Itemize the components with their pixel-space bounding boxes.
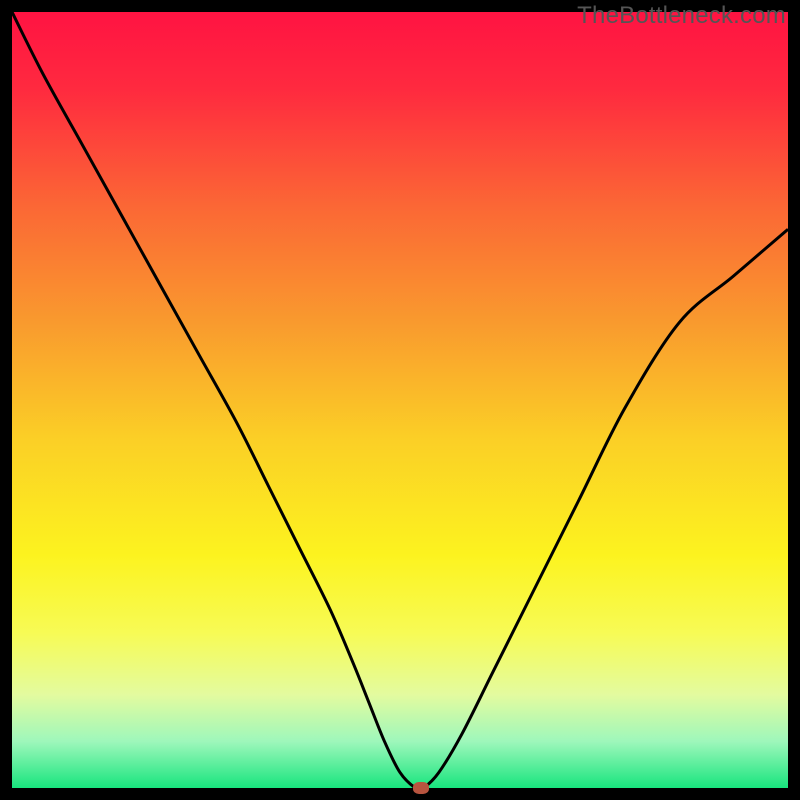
chart-frame xyxy=(12,12,788,788)
gradient-background xyxy=(12,12,788,788)
optimal-point-marker xyxy=(413,782,429,794)
bottleneck-plot xyxy=(12,12,788,788)
watermark-text: TheBottleneck.com xyxy=(577,2,786,30)
